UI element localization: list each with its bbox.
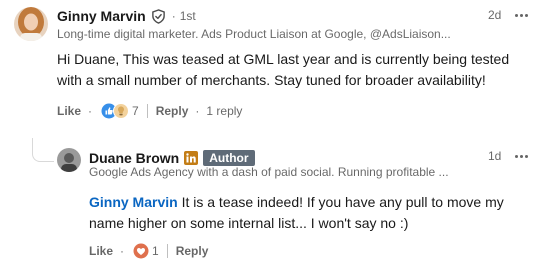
author-name[interactable]: Duane Brown [89,150,179,166]
divider [166,244,168,258]
reactions-summary[interactable]: 1 [133,243,159,259]
verified-shield-icon [151,8,166,24]
more-options-icon[interactable] [515,155,528,158]
comment-time: 2d [488,8,502,22]
author-tag: Author [203,150,255,166]
separator-dot: · [120,244,125,258]
linkedin-badge-icon [184,151,199,165]
replies-count[interactable]: 1 reply [206,104,242,118]
avatar[interactable] [57,148,81,172]
comment-ginny: Ginny Marvin · 1st Long-time digital mar… [0,0,556,130]
comment-time: 1d [488,149,502,163]
reply-text: Ginny Marvin It is a tease indeed! If yo… [89,192,529,234]
reaction-count: 7 [132,104,139,118]
love-reaction-icon [133,243,149,259]
reply-button[interactable]: Reply [156,104,189,118]
reaction-count: 1 [152,244,159,258]
separator-dot: · [195,104,200,118]
separator-dot: · [171,9,176,23]
divider [146,104,148,118]
support-reaction-icon [113,103,130,119]
mention-link[interactable]: Ginny Marvin [89,194,178,210]
comment-duane: Duane Brown Author Google Ads Agency wit… [0,130,556,268]
reply-button[interactable]: Reply [176,244,209,258]
connection-degree: 1st [179,9,196,23]
author-name[interactable]: Ginny Marvin [57,8,146,24]
like-button[interactable]: Like [57,104,81,118]
comment-text: Hi Duane, This was teased at GML last ye… [57,51,510,88]
author-headline: Long-time digital marketer. Ads Product … [57,27,451,41]
reactions-summary[interactable]: 7 [101,103,139,119]
author-headline: Google Ads Agency with a dash of paid so… [89,165,449,179]
like-button[interactable]: Like [89,244,113,258]
separator-dot: · [88,104,93,118]
more-options-icon[interactable] [515,14,528,17]
avatar[interactable] [14,7,48,41]
